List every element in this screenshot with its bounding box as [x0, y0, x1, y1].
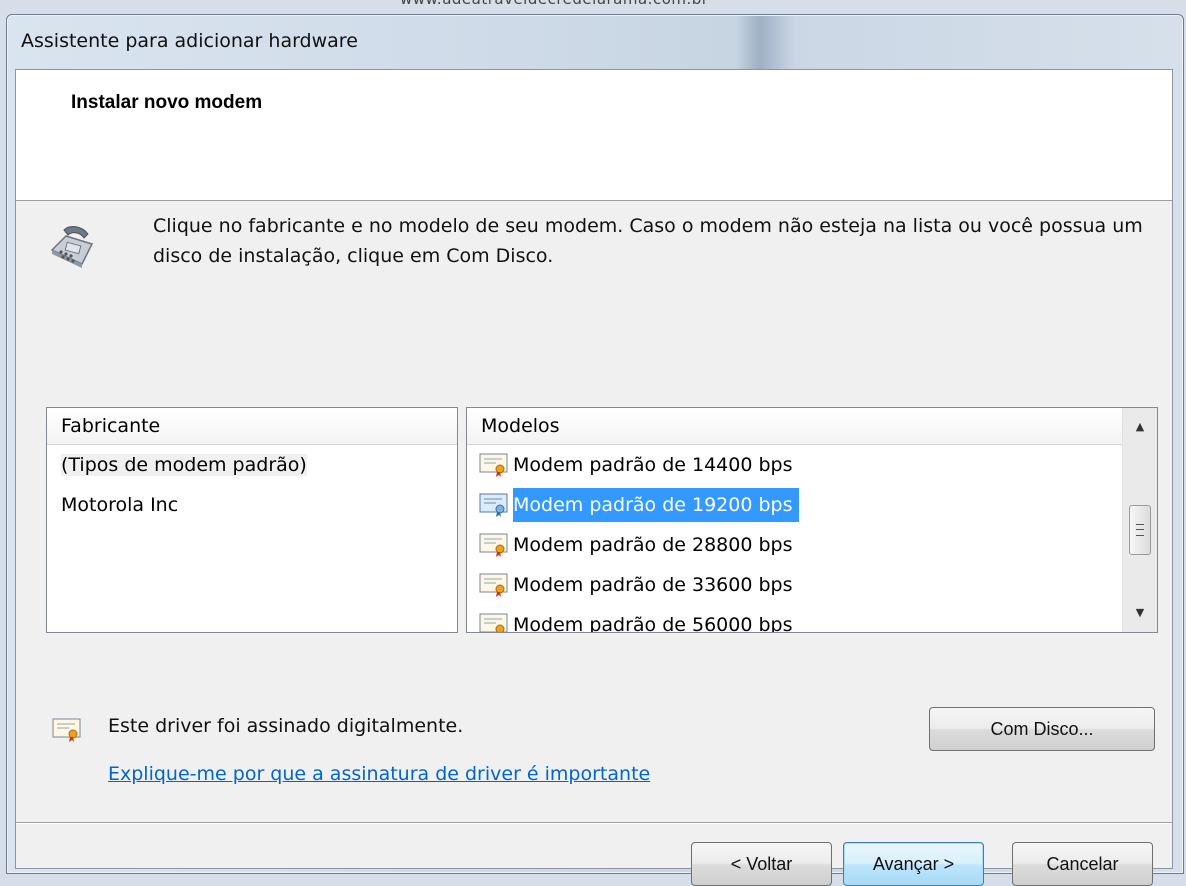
page-title: Instalar novo modem [71, 92, 263, 113]
wizard-header: Instalar novo modem [16, 70, 1172, 201]
next-button[interactable]: Avançar > [843, 842, 984, 886]
model-item[interactable]: Modem padrão de 14400 bps [467, 445, 1157, 485]
model-column-header[interactable]: Modelos [467, 408, 1123, 445]
scroll-down-arrow-icon[interactable]: ▼ [1123, 598, 1157, 628]
manufacturer-item-label: (Tipos de modem padrão) [61, 454, 307, 476]
instructions-text: Clique no fabricante e no modelo de seu … [153, 215, 1143, 267]
modem-phone-icon [50, 226, 94, 268]
model-item[interactable]: Modem padrão de 56000 bps [467, 605, 1157, 633]
certificate-icon [479, 613, 508, 632]
model-item-label: Modem padrão de 19200 bps [513, 488, 799, 522]
model-list[interactable]: Modelos Modem padrão de 14400 bps Modem … [466, 407, 1158, 633]
model-list-scrollbar[interactable]: ▲ ▼ [1122, 408, 1157, 632]
scroll-thumb[interactable] [1129, 505, 1151, 555]
model-item-label: Modem padrão de 28800 bps [513, 534, 793, 556]
footer-divider [16, 822, 1172, 824]
watermark-text: www.adeatraveldecredelarama.com.br [400, 0, 830, 12]
model-item-label: Modem padrão de 56000 bps [513, 614, 793, 633]
manufacturer-item-label: Motorola Inc [61, 494, 179, 516]
window-title: Assistente para adicionar hardware [21, 30, 358, 52]
certificate-icon [479, 493, 508, 517]
wizard-client-area: Instalar novo modem Clique no fabricante… [15, 69, 1173, 886]
model-item-selected[interactable]: Modem padrão de 19200 bps [467, 485, 1157, 525]
manufacturer-item[interactable]: Motorola Inc [47, 485, 457, 525]
signature-status-text: Este driver foi assinado digitalmente. [108, 715, 464, 737]
manufacturer-column-header[interactable]: Fabricante [47, 408, 457, 445]
model-item[interactable]: Modem padrão de 33600 bps [467, 565, 1157, 605]
cancel-button[interactable]: Cancelar [1012, 842, 1153, 886]
certificate-icon [479, 533, 508, 557]
certificate-icon [479, 453, 508, 477]
model-item-label: Modem padrão de 14400 bps [513, 454, 793, 476]
certificate-icon [479, 573, 508, 597]
thumb-grip-icon [1136, 524, 1144, 536]
scroll-up-arrow-icon[interactable]: ▲ [1123, 412, 1157, 442]
model-item[interactable]: Modem padrão de 28800 bps [467, 525, 1157, 565]
wizard-window: Assistente para adicionar hardware Insta… [6, 14, 1184, 886]
model-item-label: Modem padrão de 33600 bps [513, 574, 793, 596]
certificate-icon [52, 718, 81, 742]
have-disk-button[interactable]: Com Disco... [929, 707, 1155, 751]
back-button[interactable]: < Voltar [691, 842, 832, 886]
manufacturer-list[interactable]: Fabricante (Tipos de modem padrão) Motor… [46, 407, 458, 633]
signature-info-link[interactable]: Explique-me por que a assinatura de driv… [108, 763, 650, 785]
manufacturer-item[interactable]: (Tipos de modem padrão) [47, 445, 457, 485]
